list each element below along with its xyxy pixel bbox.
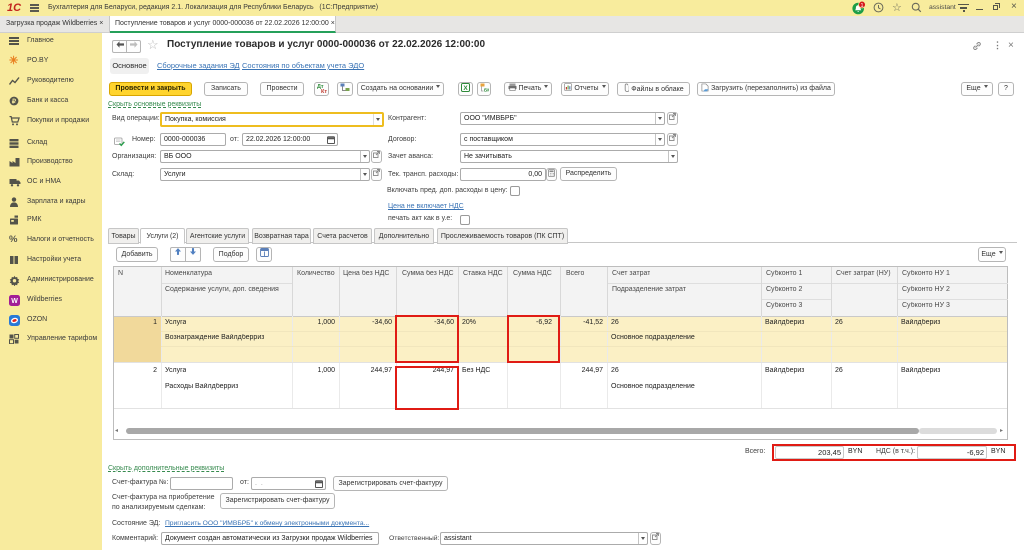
svg-text:1: 1 bbox=[860, 3, 863, 9]
svg-text:БМ: БМ bbox=[484, 88, 489, 92]
svg-text:W: W bbox=[11, 298, 18, 305]
svg-text:X: X bbox=[463, 85, 468, 92]
